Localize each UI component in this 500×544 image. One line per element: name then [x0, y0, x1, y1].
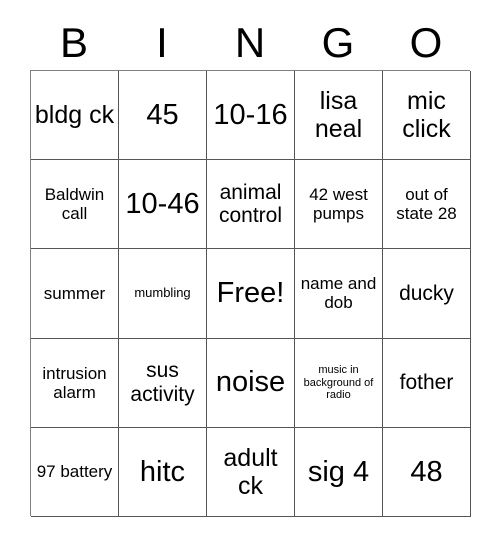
bingo-cell[interactable]: animal control	[207, 160, 295, 250]
bingo-cell[interactable]: 48	[383, 427, 471, 517]
bingo-cell-label: 97 battery	[36, 462, 113, 482]
bingo-cell-label: lisa neal	[314, 87, 363, 144]
bingo-cell-label: sig 4	[307, 455, 370, 488]
bingo-cell-label: mic click	[402, 87, 451, 144]
bingo-cell-label: noise	[215, 366, 286, 399]
bingo-cell-label: 10-16	[213, 98, 288, 131]
bingo-header-letter-o: O	[382, 16, 470, 70]
bingo-cell[interactable]: ducky	[383, 249, 471, 339]
header-letter-text: G	[321, 19, 355, 66]
bingo-cell[interactable]: intrusion alarm	[31, 338, 119, 428]
bingo-cell[interactable]: name and dob	[295, 249, 383, 339]
bingo-cell[interactable]: bldg ck	[31, 71, 119, 161]
header-letter-text: I	[156, 19, 168, 66]
bingo-cell-label: Free!	[216, 277, 285, 310]
bingo-cell-label: summer	[43, 283, 106, 303]
bingo-cell-label: Baldwin call	[44, 185, 105, 224]
bingo-cell[interactable]: music in background of radio	[295, 338, 383, 428]
bingo-cell[interactable]: sus activity	[119, 338, 207, 428]
bingo-cell[interactable]: summer	[31, 249, 119, 339]
header-letter-text: N	[234, 19, 266, 66]
bingo-cell[interactable]: hitc	[119, 427, 207, 517]
bingo-cell[interactable]: mic click	[383, 71, 471, 161]
bingo-cell[interactable]: Baldwin call	[31, 160, 119, 250]
bingo-cell-label: bldg ck	[34, 101, 115, 130]
bingo-cell-label: mumbling	[134, 285, 191, 301]
bingo-cell[interactable]: out of state 28	[383, 160, 471, 250]
bingo-cell-label: sus activity	[130, 359, 195, 406]
bingo-free-cell[interactable]: Free!	[207, 249, 295, 339]
bingo-cell-label: fother	[399, 370, 454, 394]
bingo-cell-label: 45	[146, 98, 179, 131]
bingo-cell[interactable]: 42 west pumps	[295, 160, 383, 250]
bingo-header-letter-b: B	[30, 16, 118, 70]
bingo-card: B I N G O bldg ck 45 10-16 lisa neal mic cli…	[0, 0, 500, 544]
bingo-cell-label: intrusion alarm	[42, 363, 107, 402]
header-letter-text: B	[59, 19, 88, 66]
header-letter-text: O	[409, 19, 443, 66]
bingo-cell[interactable]: lisa neal	[295, 71, 383, 161]
bingo-header-letter-i: I	[118, 16, 206, 70]
bingo-cell[interactable]: 45	[119, 71, 207, 161]
bingo-cell-label: 42 west pumps	[309, 185, 368, 224]
bingo-header-letter-g: G	[294, 16, 382, 70]
bingo-cell-label: adult ck	[223, 443, 278, 500]
bingo-cell-label: music in background of radio	[303, 364, 374, 401]
bingo-cell-label: name and dob	[300, 274, 377, 313]
bingo-cell[interactable]: adult ck	[207, 427, 295, 517]
bingo-cell[interactable]: sig 4	[295, 427, 383, 517]
bingo-header-letter-n: N	[206, 16, 294, 70]
bingo-cell-label: 48	[410, 455, 443, 488]
bingo-cell-label: out of state 28	[396, 185, 457, 224]
bingo-cell-label: hitc	[139, 455, 186, 488]
bingo-cell[interactable]: 10-46	[119, 160, 207, 250]
bingo-header-row: B I N G O	[30, 16, 470, 70]
bingo-cell-label: 10-46	[125, 188, 200, 221]
bingo-cell-label: ducky	[399, 281, 454, 305]
bingo-cell[interactable]: fother	[383, 338, 471, 428]
bingo-cell[interactable]: noise	[207, 338, 295, 428]
bingo-cell[interactable]: 10-16	[207, 71, 295, 161]
bingo-cell[interactable]: 97 battery	[31, 427, 119, 517]
bingo-grid: bldg ck 45 10-16 lisa neal mic click Baldwin …	[30, 70, 471, 517]
bingo-cell-label: animal control	[218, 180, 283, 228]
bingo-cell[interactable]: mumbling	[119, 249, 207, 339]
